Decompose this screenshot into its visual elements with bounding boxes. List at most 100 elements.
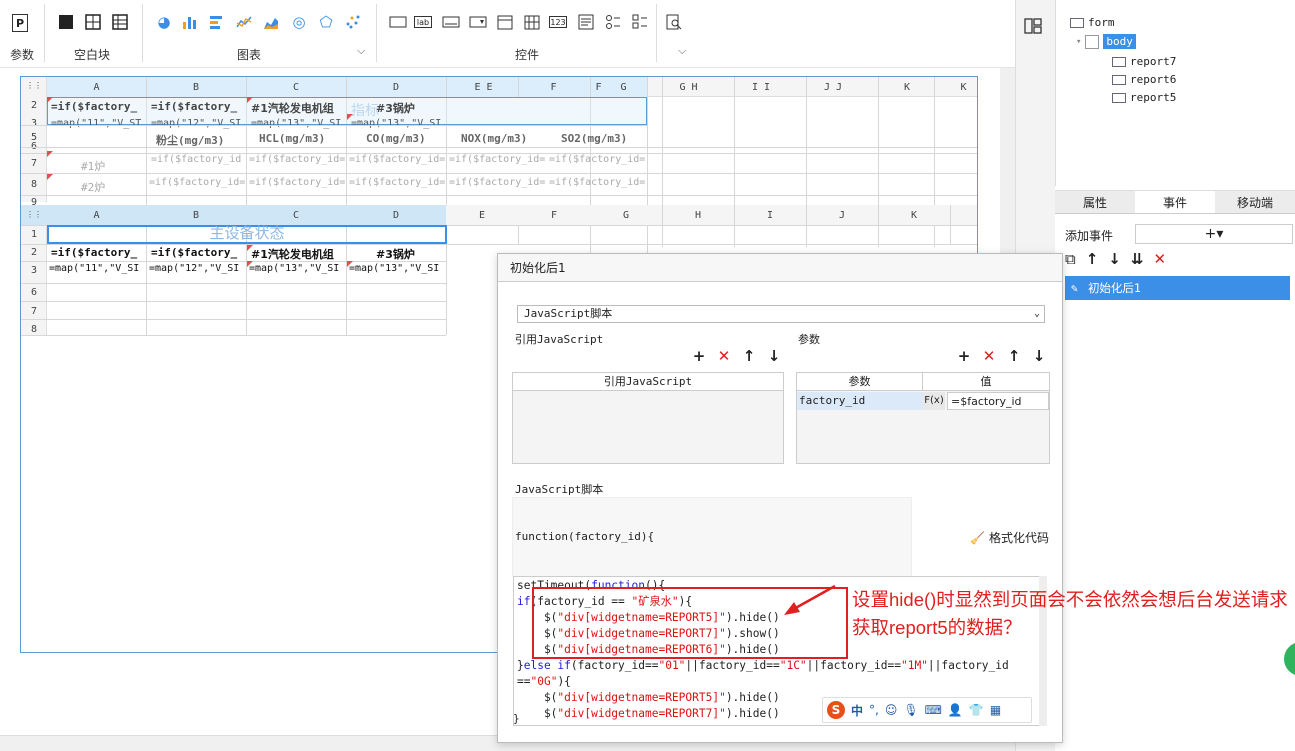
- chart-expand-icon[interactable]: ⌵: [357, 44, 365, 58]
- col-header[interactable]: G H: [671, 82, 706, 93]
- radar-chart-icon[interactable]: ⬠: [316, 12, 336, 32]
- cell[interactable]: =if($factory_: [51, 246, 146, 259]
- punct-icon[interactable]: °,: [869, 703, 879, 717]
- col-header[interactable]: C: [246, 82, 346, 93]
- col-header[interactable]: D: [346, 210, 446, 221]
- cell[interactable]: =if($factory_: [151, 100, 246, 113]
- cell[interactable]: =if($factory_id=: [549, 177, 646, 188]
- calendar-widget-icon[interactable]: [522, 12, 542, 32]
- cell[interactable]: =map("12","V_SI: [149, 263, 246, 274]
- grid-handle-icon[interactable]: ⋮⋮: [26, 210, 42, 219]
- cell[interactable]: 粉尘(mg/m3): [156, 132, 246, 148]
- ime-toolbar[interactable]: S 中 °, ☺ 🎙 ⌨ 👤 👕 ▦: [822, 697, 1032, 723]
- cell[interactable]: #1汽轮发电机组: [251, 246, 346, 262]
- cell[interactable]: #3锅炉: [376, 246, 446, 262]
- ime-lang[interactable]: 中: [851, 702, 863, 719]
- copy-icon[interactable]: ⧉: [1065, 250, 1076, 268]
- cell[interactable]: =map("11","V_SI: [49, 263, 146, 274]
- user-icon[interactable]: 👤: [948, 703, 963, 717]
- col-header[interactable]: F: [518, 210, 590, 221]
- col-header[interactable]: A: [47, 210, 146, 221]
- hbar-chart-icon[interactable]: [207, 12, 227, 32]
- script-type-select[interactable]: JavaScript脚本 ⌄: [517, 305, 1045, 323]
- tree-node-report6[interactable]: report6: [1112, 73, 1176, 86]
- label-widget-icon[interactable]: [388, 12, 408, 32]
- textfield-widget-icon[interactable]: [441, 12, 461, 32]
- parameter-icon[interactable]: P: [12, 14, 28, 32]
- col-header[interactable]: J J: [813, 82, 853, 93]
- formula-icon[interactable]: F(x): [923, 392, 945, 410]
- grid-menu-icon[interactable]: ▦: [990, 703, 1001, 717]
- search-widget-icon[interactable]: [664, 12, 684, 32]
- cell[interactable]: =map("13","V_SI: [349, 263, 446, 274]
- checkbox-group-icon[interactable]: [630, 12, 650, 32]
- skin-icon[interactable]: 👕: [969, 703, 984, 717]
- table-block-icon[interactable]: [110, 12, 130, 32]
- cell[interactable]: =if($factory_id=: [449, 177, 546, 188]
- cell[interactable]: =map("11","V_ST: [51, 118, 146, 129]
- cell[interactable]: =if($factory_: [151, 246, 246, 259]
- move-down-ref-js-icon[interactable]: ↓: [766, 348, 782, 364]
- tab-events[interactable]: 事件: [1135, 191, 1215, 213]
- keyboard-icon[interactable]: ⌨: [925, 703, 942, 717]
- tree-node-report5[interactable]: report5: [1112, 91, 1176, 104]
- col-header[interactable]: K: [951, 82, 976, 93]
- cell[interactable]: =if($factory_id=: [549, 154, 646, 165]
- move-up-ref-js-icon[interactable]: ↑: [741, 348, 757, 364]
- scatter-chart-icon[interactable]: [343, 12, 363, 32]
- area-chart-icon[interactable]: [261, 12, 281, 32]
- param-name-cell[interactable]: factory_id: [797, 392, 923, 410]
- col-header[interactable]: D: [346, 82, 446, 93]
- cell[interactable]: =map("13","V_SI: [249, 263, 346, 274]
- col-header[interactable]: K: [887, 82, 927, 93]
- col-header[interactable]: I I: [741, 82, 781, 93]
- move-bottom-icon[interactable]: ⇊: [1131, 250, 1144, 268]
- event-list-item[interactable]: ✎ 初始化后1: [1065, 276, 1290, 300]
- format-code-button[interactable]: 🧹 格式化代码: [970, 529, 1049, 546]
- move-down-icon[interactable]: ↓: [1108, 250, 1121, 268]
- cell[interactable]: CO(mg/m3): [366, 132, 446, 145]
- tree-node-form[interactable]: form: [1070, 16, 1115, 29]
- cell[interactable]: =if($factory_id=: [349, 154, 446, 165]
- cell[interactable]: =if($factory_id=: [149, 177, 246, 188]
- add-event-button[interactable]: +▾: [1135, 224, 1293, 244]
- col-header[interactable]: H: [662, 210, 734, 221]
- cell[interactable]: =map("12","V_SI: [151, 118, 246, 129]
- cell[interactable]: =if($factory_id: [151, 154, 246, 165]
- number-widget-icon[interactable]: 123: [549, 16, 567, 28]
- textarea-widget-icon[interactable]: [576, 12, 596, 32]
- cell[interactable]: =map("13","V_SI: [251, 118, 346, 129]
- grid-handle-icon[interactable]: ⋮⋮: [26, 81, 42, 90]
- col-header[interactable]: K: [878, 210, 950, 221]
- col-header[interactable]: E: [446, 210, 518, 221]
- gauge-chart-icon[interactable]: ◎: [289, 12, 309, 32]
- cell[interactable]: NOX(mg/m3): [461, 132, 551, 145]
- col-header[interactable]: G: [590, 210, 662, 221]
- cell[interactable]: #3锅炉: [376, 100, 446, 116]
- cell[interactable]: =map("13","V_SI: [351, 118, 446, 129]
- cell[interactable]: =if($factory_id=: [249, 177, 346, 188]
- emoji-icon[interactable]: ☺: [885, 703, 898, 717]
- cell[interactable]: SO2(mg/m3): [561, 132, 647, 145]
- param-value-input[interactable]: =$factory_id: [947, 392, 1049, 410]
- move-up-icon[interactable]: ↑: [1086, 250, 1099, 268]
- cell[interactable]: =if($factory_id=: [249, 154, 346, 165]
- bar-chart-icon[interactable]: [180, 12, 200, 32]
- cell[interactable]: =if($factory_: [51, 100, 146, 113]
- tab-properties[interactable]: 属性: [1055, 191, 1135, 213]
- add-ref-js-icon[interactable]: +: [691, 348, 707, 364]
- col-header[interactable]: B: [146, 210, 246, 221]
- collapse-icon[interactable]: ▾: [1076, 37, 1081, 47]
- widgets-expand-icon[interactable]: ⌵: [678, 44, 686, 58]
- radio-group-icon[interactable]: [603, 12, 623, 32]
- tab-mobile[interactable]: 移动端: [1215, 191, 1295, 213]
- delete-icon[interactable]: ✕: [1153, 250, 1166, 268]
- tree-node-report7[interactable]: report7: [1112, 55, 1176, 68]
- col-header[interactable]: E E: [446, 82, 521, 93]
- ref-js-table[interactable]: 引用JavaScript: [512, 372, 784, 464]
- col-header[interactable]: F: [521, 82, 586, 93]
- split-block-icon[interactable]: [83, 12, 103, 32]
- cell[interactable]: #1炉: [81, 158, 141, 174]
- params-table[interactable]: 参数 值 factory_id F(x) =$factory_id: [796, 372, 1050, 464]
- cell[interactable]: #2炉: [81, 179, 141, 195]
